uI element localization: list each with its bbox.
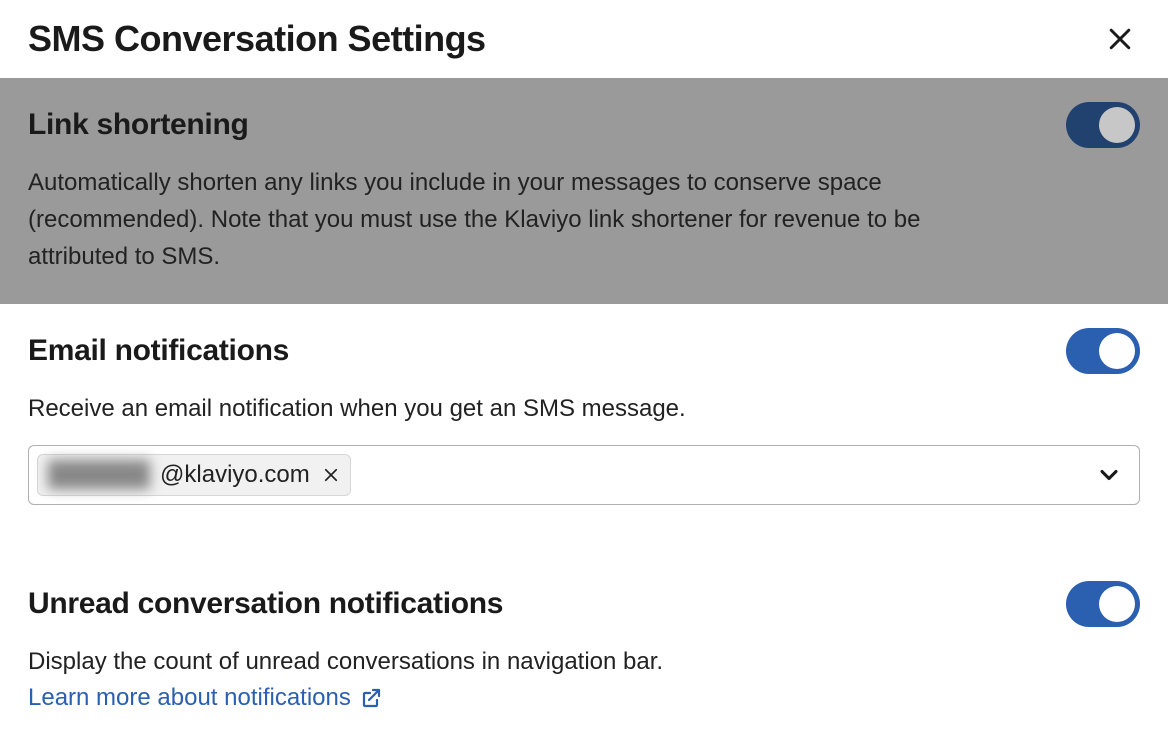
link-shortening-description: Automatically shorten any links you incl… — [28, 164, 1008, 276]
close-icon — [1105, 24, 1135, 54]
chip-remove-button[interactable] — [320, 466, 340, 484]
select-dropdown-button[interactable] — [1095, 461, 1123, 489]
email-recipients-select[interactable]: ██████ @klaviyo.com — [28, 445, 1140, 505]
email-notifications-title: Email notifications — [28, 334, 289, 368]
toggle-knob — [1099, 107, 1135, 143]
unread-notifications-description: Display the count of unread conversation… — [28, 643, 1008, 680]
unread-notifications-title: Unread conversation notifications — [28, 587, 503, 621]
section-link-shortening: Link shortening Automatically shorten an… — [0, 78, 1168, 304]
close-button[interactable] — [1100, 19, 1140, 59]
link-shortening-title: Link shortening — [28, 108, 249, 142]
spacer — [0, 533, 1168, 571]
chevron-down-icon — [1095, 461, 1123, 489]
modal-title: SMS Conversation Settings — [28, 18, 486, 60]
toggle-knob — [1099, 333, 1135, 369]
modal-header: SMS Conversation Settings — [0, 0, 1168, 78]
external-link-icon — [359, 686, 383, 710]
section-unread-notifications: Unread conversation notifications Displa… — [0, 571, 1168, 740]
section-row: Link shortening — [28, 102, 1140, 148]
email-notifications-toggle[interactable] — [1066, 328, 1140, 374]
unread-notifications-toggle[interactable] — [1066, 581, 1140, 627]
email-notifications-description: Receive an email notification when you g… — [28, 390, 1008, 427]
section-email-notifications: Email notifications Receive an email not… — [0, 304, 1168, 533]
learn-more-label: Learn more about notifications — [28, 684, 351, 712]
section-row: Email notifications — [28, 328, 1140, 374]
email-chip: ██████ @klaviyo.com — [37, 454, 351, 496]
email-chip-domain: @klaviyo.com — [160, 461, 310, 489]
email-chip-prefix: ██████ — [48, 461, 150, 489]
section-row: Unread conversation notifications — [28, 581, 1140, 627]
link-shortening-toggle[interactable] — [1066, 102, 1140, 148]
close-icon — [322, 466, 340, 484]
toggle-knob — [1099, 586, 1135, 622]
learn-more-link[interactable]: Learn more about notifications — [28, 684, 383, 712]
